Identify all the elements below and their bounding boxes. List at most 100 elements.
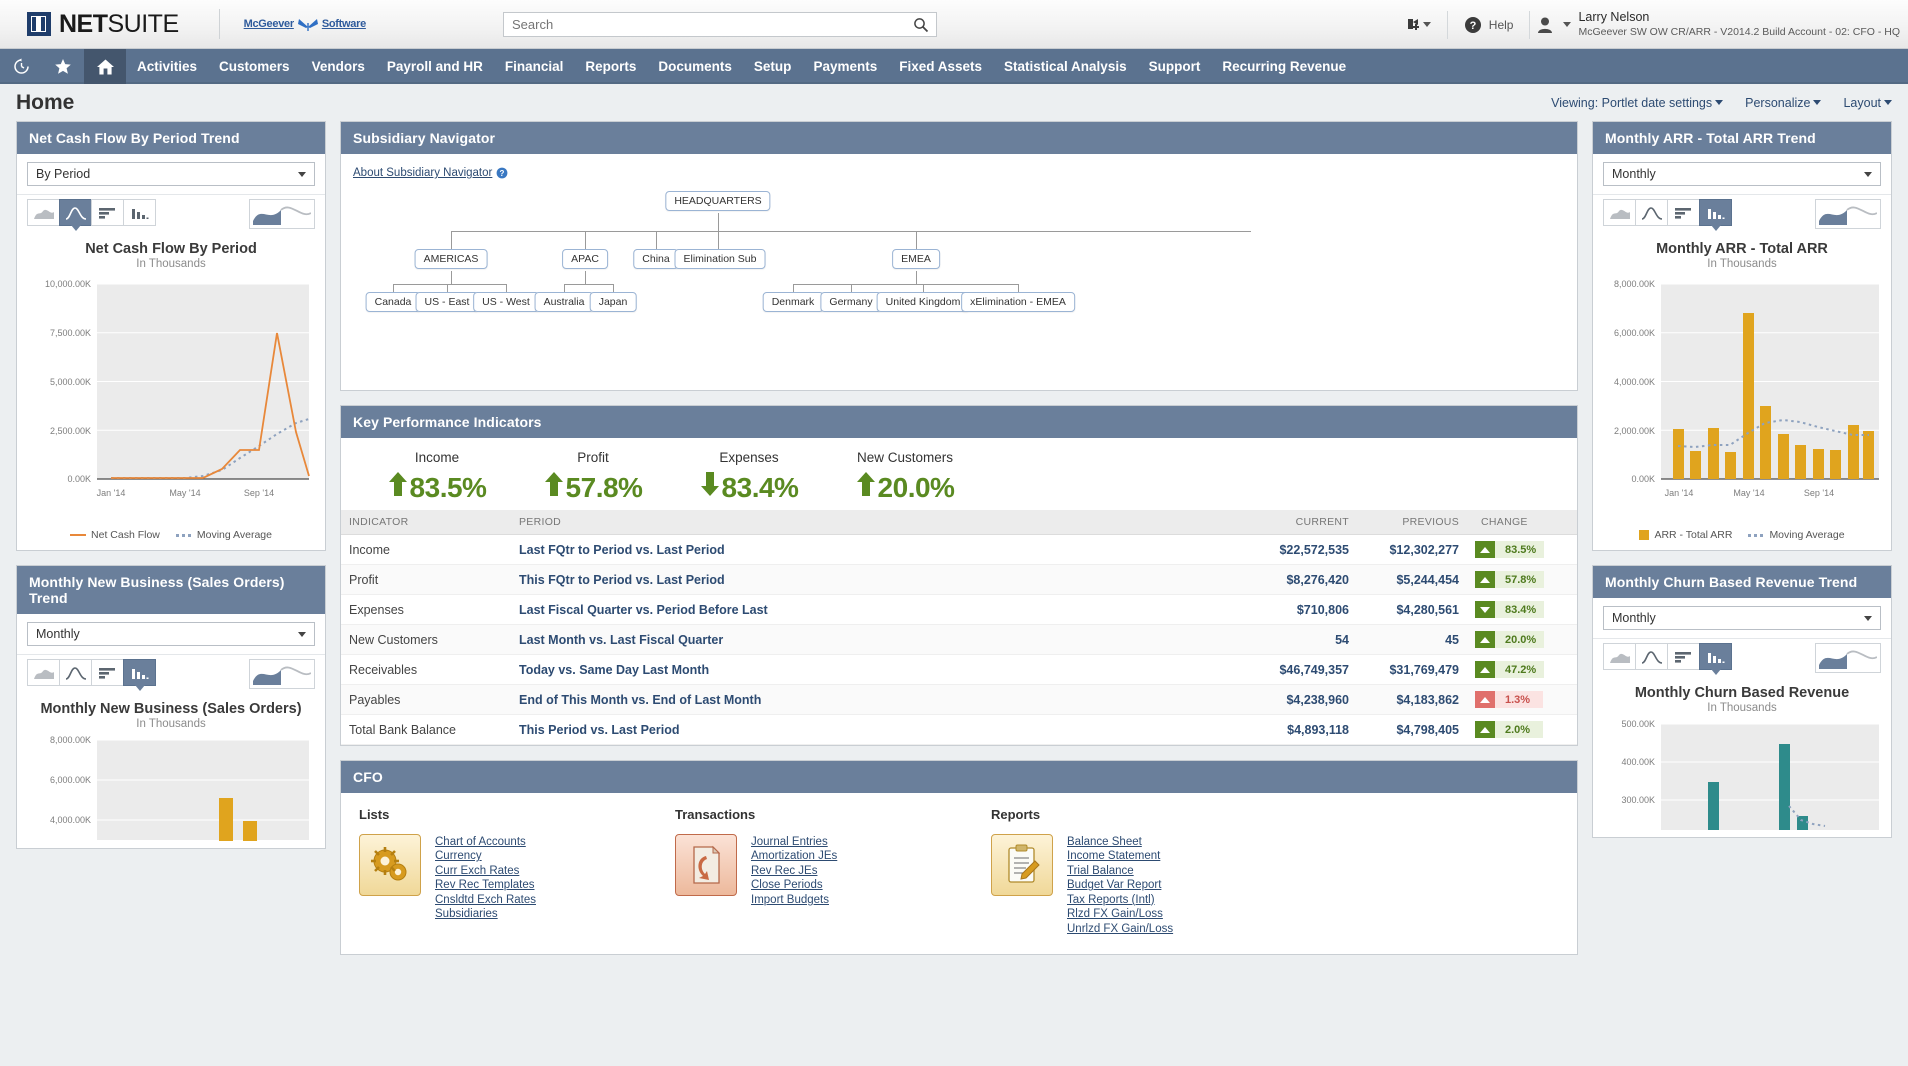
report-clipboard-icon[interactable] bbox=[991, 834, 1053, 896]
chart-theme-button[interactable] bbox=[249, 199, 315, 229]
nav-item-fixed-assets[interactable]: Fixed Assets bbox=[888, 49, 993, 84]
global-search[interactable] bbox=[503, 12, 937, 37]
cell-period[interactable]: End of This Month vs. End of Last Month bbox=[511, 685, 1247, 715]
cfo-link[interactable]: Import Budgets bbox=[751, 894, 837, 907]
about-subsidiary-navigator-link[interactable]: About Subsidiary Navigator ? bbox=[353, 167, 508, 179]
cell-period[interactable]: Last Month vs. Last Fiscal Quarter bbox=[511, 625, 1247, 655]
nav-item-payroll-and-hr[interactable]: Payroll and HR bbox=[376, 49, 494, 84]
shortcuts-star-icon[interactable] bbox=[42, 49, 84, 84]
chart-theme-button[interactable] bbox=[249, 659, 315, 689]
cell-period[interactable]: Today vs. Same Day Last Month bbox=[511, 655, 1247, 685]
cfo-link[interactable]: Chart of Accounts bbox=[435, 836, 536, 849]
nav-item-documents[interactable]: Documents bbox=[647, 49, 743, 84]
cfo-link[interactable]: Balance Sheet bbox=[1067, 836, 1173, 849]
chart-type-line-button[interactable] bbox=[1635, 643, 1668, 670]
cfo-link[interactable]: Budget Var Report bbox=[1067, 879, 1173, 892]
help-button[interactable]: ? Help bbox=[1454, 16, 1524, 34]
chart-theme-button[interactable] bbox=[1815, 199, 1881, 229]
table-row[interactable]: Profit This FQtr to Period vs. Last Peri… bbox=[341, 565, 1577, 595]
cfo-link[interactable]: Curr Exch Rates bbox=[435, 865, 536, 878]
monthly-arr-period-select[interactable]: Monthly bbox=[1603, 162, 1881, 186]
tree-node-americas[interactable]: AMERICAS bbox=[415, 249, 488, 269]
cell-period[interactable]: Last FQtr to Period vs. Last Period bbox=[511, 535, 1247, 565]
cfo-link[interactable]: Income Statement bbox=[1067, 850, 1173, 863]
cfo-link[interactable]: Rlzd FX Gain/Loss bbox=[1067, 908, 1173, 921]
nav-item-vendors[interactable]: Vendors bbox=[301, 49, 376, 84]
cell-period[interactable]: This Period vs. Last Period bbox=[511, 715, 1247, 745]
table-row[interactable]: Payables End of This Month vs. End of La… bbox=[341, 685, 1577, 715]
user-menu[interactable]: Larry Nelson McGeever SW OW CR/ARR - V20… bbox=[1536, 10, 1908, 39]
monthly-churn-period-select[interactable]: Monthly bbox=[1603, 606, 1881, 630]
cell-period[interactable]: This FQtr to Period vs. Last Period bbox=[511, 565, 1247, 595]
nav-item-payments[interactable]: Payments bbox=[802, 49, 888, 84]
nav-item-setup[interactable]: Setup bbox=[743, 49, 803, 84]
tree-node-xelimination-emea[interactable]: xElimination - EMEA bbox=[961, 292, 1075, 312]
table-row[interactable]: Income Last FQtr to Period vs. Last Peri… bbox=[341, 535, 1577, 565]
chart-type-column-button[interactable] bbox=[123, 199, 156, 226]
nav-item-financial[interactable]: Financial bbox=[494, 49, 575, 84]
tree-node-canada[interactable]: Canada bbox=[366, 292, 421, 312]
tree-node-us-east[interactable]: US - East bbox=[416, 292, 479, 312]
quick-add-button[interactable] bbox=[1394, 16, 1441, 33]
nav-item-activities[interactable]: Activities bbox=[126, 49, 208, 84]
chart-type-horizontal-bar-button[interactable] bbox=[91, 199, 124, 226]
monthly-new-business-period-select[interactable]: Monthly bbox=[27, 622, 315, 646]
recent-records-icon[interactable] bbox=[0, 49, 42, 84]
tree-node-headquarters[interactable]: HEADQUARTERS bbox=[665, 191, 770, 211]
chart-type-column-button[interactable] bbox=[123, 659, 156, 686]
table-row[interactable]: Expenses Last Fiscal Quarter vs. Period … bbox=[341, 595, 1577, 625]
chart-theme-button[interactable] bbox=[1815, 643, 1881, 673]
search-input[interactable] bbox=[504, 13, 906, 36]
chart-type-area-button[interactable] bbox=[27, 659, 60, 686]
tree-node-apac[interactable]: APAC bbox=[562, 249, 608, 269]
chart-type-area-button[interactable] bbox=[27, 199, 60, 226]
cfo-link[interactable]: Subsidiaries bbox=[435, 908, 536, 921]
nav-item-customers[interactable]: Customers bbox=[208, 49, 301, 84]
tree-node-germany[interactable]: Germany bbox=[820, 292, 881, 312]
cfo-link[interactable]: Amortization JEs bbox=[751, 850, 837, 863]
viewing-portlet-date-settings-link[interactable]: Viewing: Portlet date settings bbox=[1551, 96, 1723, 110]
personalize-link[interactable]: Personalize bbox=[1745, 96, 1821, 110]
chart-type-area-button[interactable] bbox=[1603, 199, 1636, 226]
chart-type-line-button[interactable] bbox=[59, 199, 92, 226]
tree-node-japan[interactable]: Japan bbox=[590, 292, 637, 312]
table-row[interactable]: Total Bank Balance This Period vs. Last … bbox=[341, 715, 1577, 745]
nav-item-reports[interactable]: Reports bbox=[574, 49, 647, 84]
tree-node-denmark[interactable]: Denmark bbox=[763, 292, 824, 312]
nav-item-statistical-analysis[interactable]: Statistical Analysis bbox=[993, 49, 1138, 84]
netsuite-logo[interactable]: NETSUITE bbox=[26, 10, 179, 39]
cfo-link[interactable]: Cnsldtd Exch Rates bbox=[435, 894, 536, 907]
chart-type-line-button[interactable] bbox=[1635, 199, 1668, 226]
net-cash-flow-period-select[interactable]: By Period bbox=[27, 162, 315, 186]
nav-item-support[interactable]: Support bbox=[1138, 49, 1212, 84]
chart-type-line-button[interactable] bbox=[59, 659, 92, 686]
chart-type-horizontal-bar-button[interactable] bbox=[1667, 199, 1700, 226]
nav-item-recurring-revenue[interactable]: Recurring Revenue bbox=[1211, 49, 1357, 84]
table-row[interactable]: New Customers Last Month vs. Last Fiscal… bbox=[341, 625, 1577, 655]
tree-node-elimination-sub[interactable]: Elimination Sub bbox=[675, 249, 766, 269]
cfo-link[interactable]: Close Periods bbox=[751, 879, 837, 892]
tree-node-us-west[interactable]: US - West bbox=[473, 292, 539, 312]
tree-node-australia[interactable]: Australia bbox=[535, 292, 594, 312]
cfo-link[interactable]: Rev Rec JEs bbox=[751, 865, 837, 878]
home-icon[interactable] bbox=[84, 49, 126, 84]
tree-node-united-kingdom[interactable]: United Kingdom bbox=[877, 292, 970, 312]
transaction-doc-icon[interactable] bbox=[675, 834, 737, 896]
search-icon[interactable] bbox=[906, 17, 936, 33]
cell-period[interactable]: Last Fiscal Quarter vs. Period Before La… bbox=[511, 595, 1247, 625]
cfo-link[interactable]: Unrlzd FX Gain/Loss bbox=[1067, 923, 1173, 936]
chart-type-column-button[interactable] bbox=[1699, 643, 1732, 670]
cfo-link[interactable]: Rev Rec Templates bbox=[435, 879, 536, 892]
cfo-link[interactable]: Tax Reports (Intl) bbox=[1067, 894, 1173, 907]
table-row[interactable]: Receivables Today vs. Same Day Last Mont… bbox=[341, 655, 1577, 685]
chart-type-area-button[interactable] bbox=[1603, 643, 1636, 670]
layout-link[interactable]: Layout bbox=[1843, 96, 1892, 110]
tree-node-china[interactable]: China bbox=[633, 249, 678, 269]
chart-type-column-button[interactable] bbox=[1699, 199, 1732, 226]
chart-type-horizontal-bar-button[interactable] bbox=[1667, 643, 1700, 670]
chart-type-horizontal-bar-button[interactable] bbox=[91, 659, 124, 686]
cfo-link[interactable]: Journal Entries bbox=[751, 836, 837, 849]
tree-node-emea[interactable]: EMEA bbox=[892, 249, 940, 269]
cfo-link[interactable]: Trial Balance bbox=[1067, 865, 1173, 878]
gears-icon[interactable] bbox=[359, 834, 421, 896]
